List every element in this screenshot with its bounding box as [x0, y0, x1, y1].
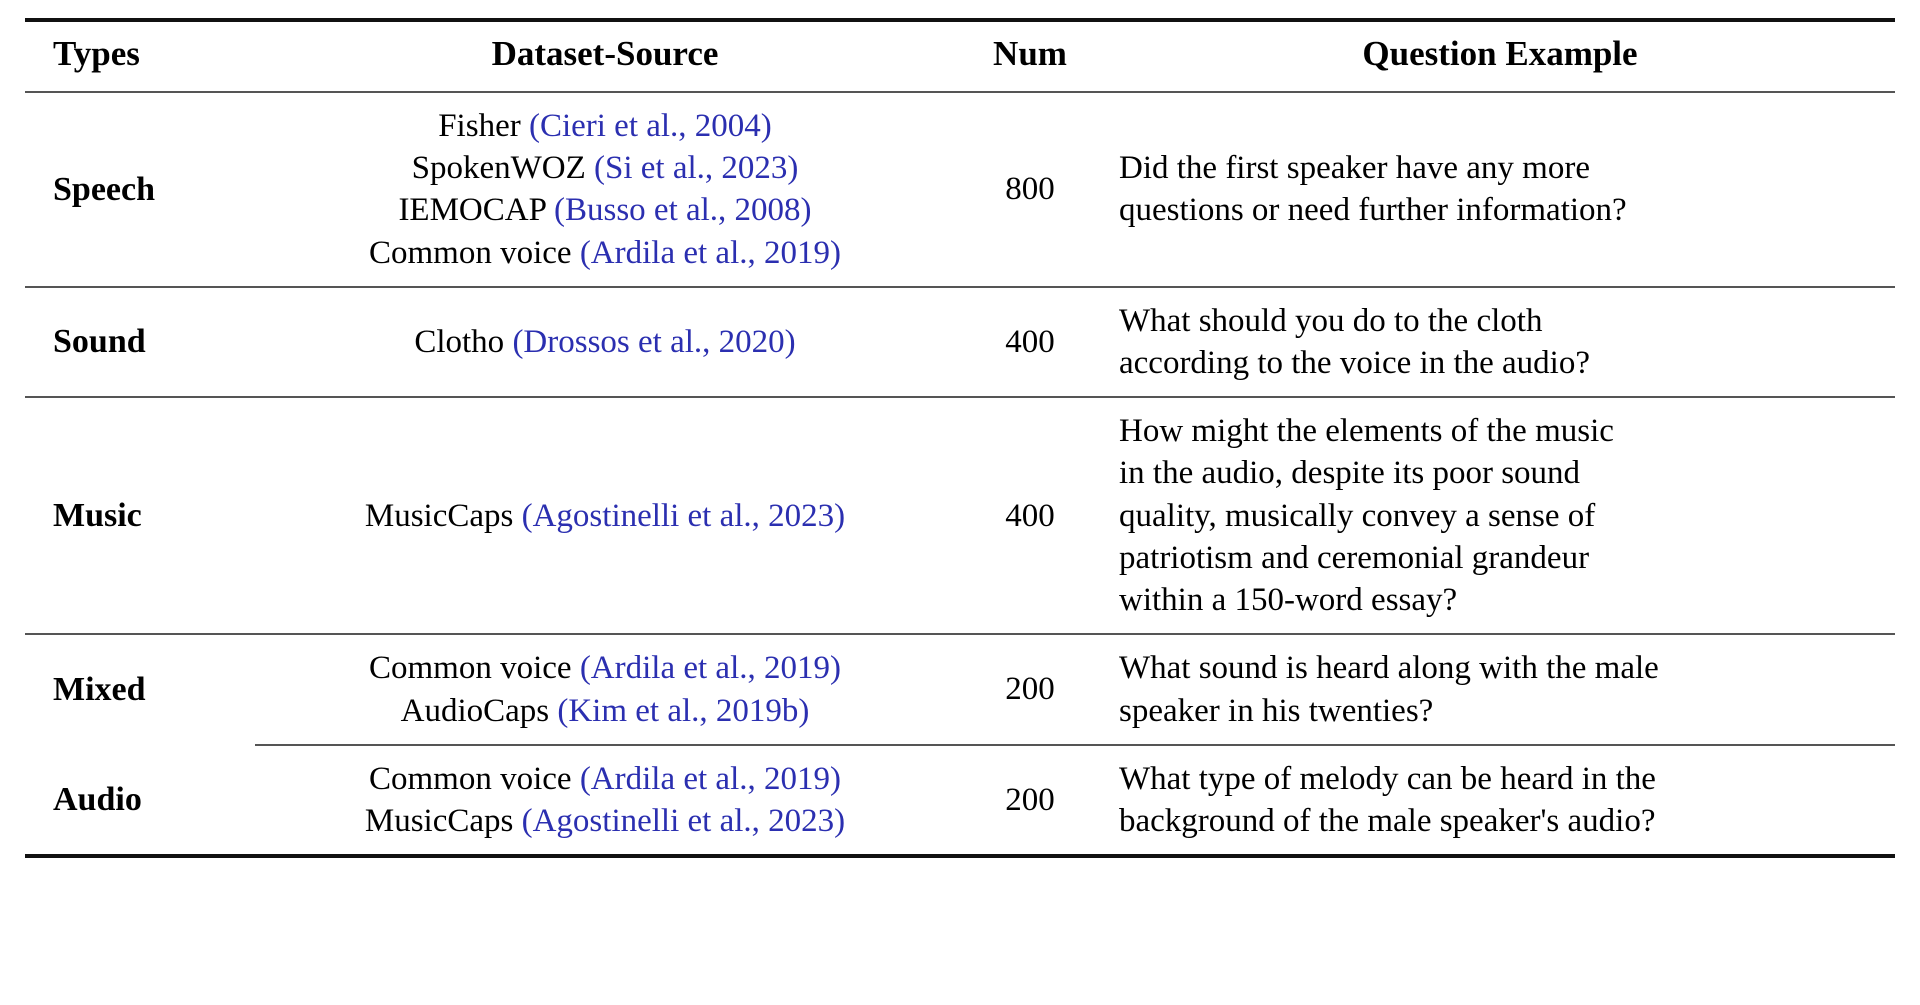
question-line: What type of melody can be heard in the [1119, 760, 1656, 797]
cell-num: 200 [955, 633, 1105, 745]
question-line: according to the voice in the audio? [1119, 344, 1590, 381]
cell-question-example: What type of melody can be heard in the b… [1105, 743, 1895, 857]
table-row: Speech Fisher (Cieri et al., 2004) SpokenW… [25, 90, 1895, 287]
header-row: Types Dataset-Source Num Question Exampl… [25, 18, 1895, 93]
cell-type: Music [25, 396, 255, 635]
citation-link[interactable]: (Si et al., 2023) [594, 150, 798, 186]
dataset-name: MusicCaps [364, 497, 514, 534]
cell-dataset-source: Fisher (Cieri et al., 2004) SpokenWOZ (Si… [255, 90, 955, 287]
cell-num: 400 [955, 396, 1105, 635]
dataset-name: Clotho [414, 323, 505, 360]
dataset-source-line: MusicCaps (Agostinelli et al., 2023) [256, 495, 954, 537]
question-line: Did the first speaker have any more [1119, 150, 1590, 187]
question-line: within a 150-word essay? [1119, 582, 1458, 619]
dataset-source-line: AudioCaps (Kim et al., 2019b) [256, 690, 954, 732]
cell-question-example: What sound is heard along with the male s… [1105, 633, 1895, 745]
citation-link[interactable]: (Busso et al., 2008) [554, 192, 812, 228]
dataset-source-table: Types Dataset-Source Num Question Exampl… [25, 18, 1895, 865]
column-header-types: Types [25, 18, 255, 93]
question-line: background of the male speaker's audio? [1119, 803, 1656, 840]
citation-link[interactable]: (Ardila et al., 2019) [580, 235, 841, 271]
dataset-name: SpokenWOZ [411, 150, 586, 187]
dataset-source-line: IEMOCAP (Busso et al., 2008) [256, 189, 954, 231]
dataset-name: AudioCaps [400, 692, 550, 729]
citation-link[interactable]: (Agostinelli et al., 2023) [522, 498, 846, 534]
cell-dataset-source: Common voice (Ardila et al., 2019) AudioC… [255, 633, 955, 745]
cell-type: Mixed [25, 633, 255, 745]
cell-num: 400 [955, 285, 1105, 398]
citation-link[interactable]: (Agostinelli et al., 2023) [522, 803, 846, 839]
question-line: How might the elements of the music [1119, 413, 1614, 450]
citation-link[interactable]: (Ardila et al., 2019) [580, 650, 841, 686]
dataset-source-line: Clotho (Drossos et al., 2020) [256, 321, 954, 363]
cell-question-example: How might the elements of the music in th… [1105, 396, 1895, 635]
table-row: Sound Clotho (Drossos et al., 2020) 400 Wha… [25, 285, 1895, 398]
question-line: in the audio, despite its poor sound [1119, 455, 1581, 492]
table-row: Mixed Common voice (Ardila et al., 2019) A… [25, 633, 1895, 745]
question-line: What should you do to the cloth [1119, 302, 1543, 339]
cell-dataset-source: Clotho (Drossos et al., 2020) [255, 285, 955, 398]
cell-num: 800 [955, 90, 1105, 287]
cell-question-example: What should you do to the cloth according… [1105, 285, 1895, 398]
dataset-source-line: Common voice (Ardila et al., 2019) [256, 232, 954, 274]
table-row: Audio Common voice (Ardila et al., 2019) M… [25, 743, 1895, 857]
cell-dataset-source: MusicCaps (Agostinelli et al., 2023) [255, 396, 955, 635]
question-line: What sound is heard along with the male [1119, 650, 1659, 687]
question-line: questions or need further information? [1119, 192, 1627, 229]
table-header: Types Dataset-Source Num Question Exampl… [25, 18, 1895, 93]
cell-type: Sound [25, 285, 255, 398]
citation-link[interactable]: (Drossos et al., 2020) [512, 324, 795, 360]
dataset-source-line: Common voice (Ardila et al., 2019) [256, 758, 954, 800]
citation-link[interactable]: (Cieri et al., 2004) [529, 108, 772, 144]
column-header-num: Num [955, 18, 1105, 93]
bottom-rule-line [25, 854, 1895, 865]
dataset-name: Common voice [369, 234, 572, 271]
dataset-source-line: Fisher (Cieri et al., 2004) [256, 105, 954, 147]
dataset-name: Fisher [438, 107, 521, 144]
dataset-name: Common voice [369, 650, 572, 687]
citation-link[interactable]: (Ardila et al., 2019) [580, 761, 841, 797]
table-container: Types Dataset-Source Num Question Exampl… [25, 0, 1895, 865]
dataset-name: Common voice [369, 760, 572, 797]
question-line: patriotism and ceremonial grandeur [1119, 539, 1590, 576]
cell-type: Audio [53, 780, 142, 818]
dataset-name: IEMOCAP [398, 192, 546, 229]
dataset-source-line: MusicCaps (Agostinelli et al., 2023) [256, 800, 954, 842]
table-body: Speech Fisher (Cieri et al., 2004) SpokenW… [25, 90, 1895, 857]
question-line: quality, musically convey a sense of [1119, 497, 1596, 534]
cell-question-example: Did the first speaker have any more quest… [1105, 90, 1895, 287]
citation-link[interactable]: (Kim et al., 2019b) [557, 693, 809, 729]
dataset-source-line: Common voice (Ardila et al., 2019) [256, 647, 954, 689]
cell-type: Speech [25, 90, 255, 287]
column-header-dataset-source: Dataset-Source [255, 18, 955, 93]
table-row: Music MusicCaps (Agostinelli et al., 2023… [25, 396, 1895, 635]
cell-num: 200 [955, 743, 1105, 857]
dataset-name: MusicCaps [364, 803, 514, 840]
dataset-source-line: SpokenWOZ (Si et al., 2023) [256, 147, 954, 189]
table-footer [25, 854, 1895, 865]
column-header-question-example: Question Example [1105, 18, 1895, 93]
bottom-rule [25, 854, 1895, 865]
question-line: speaker in his twenties? [1119, 692, 1434, 729]
cell-dataset-source: Common voice (Ardila et al., 2019) MusicC… [255, 743, 955, 857]
